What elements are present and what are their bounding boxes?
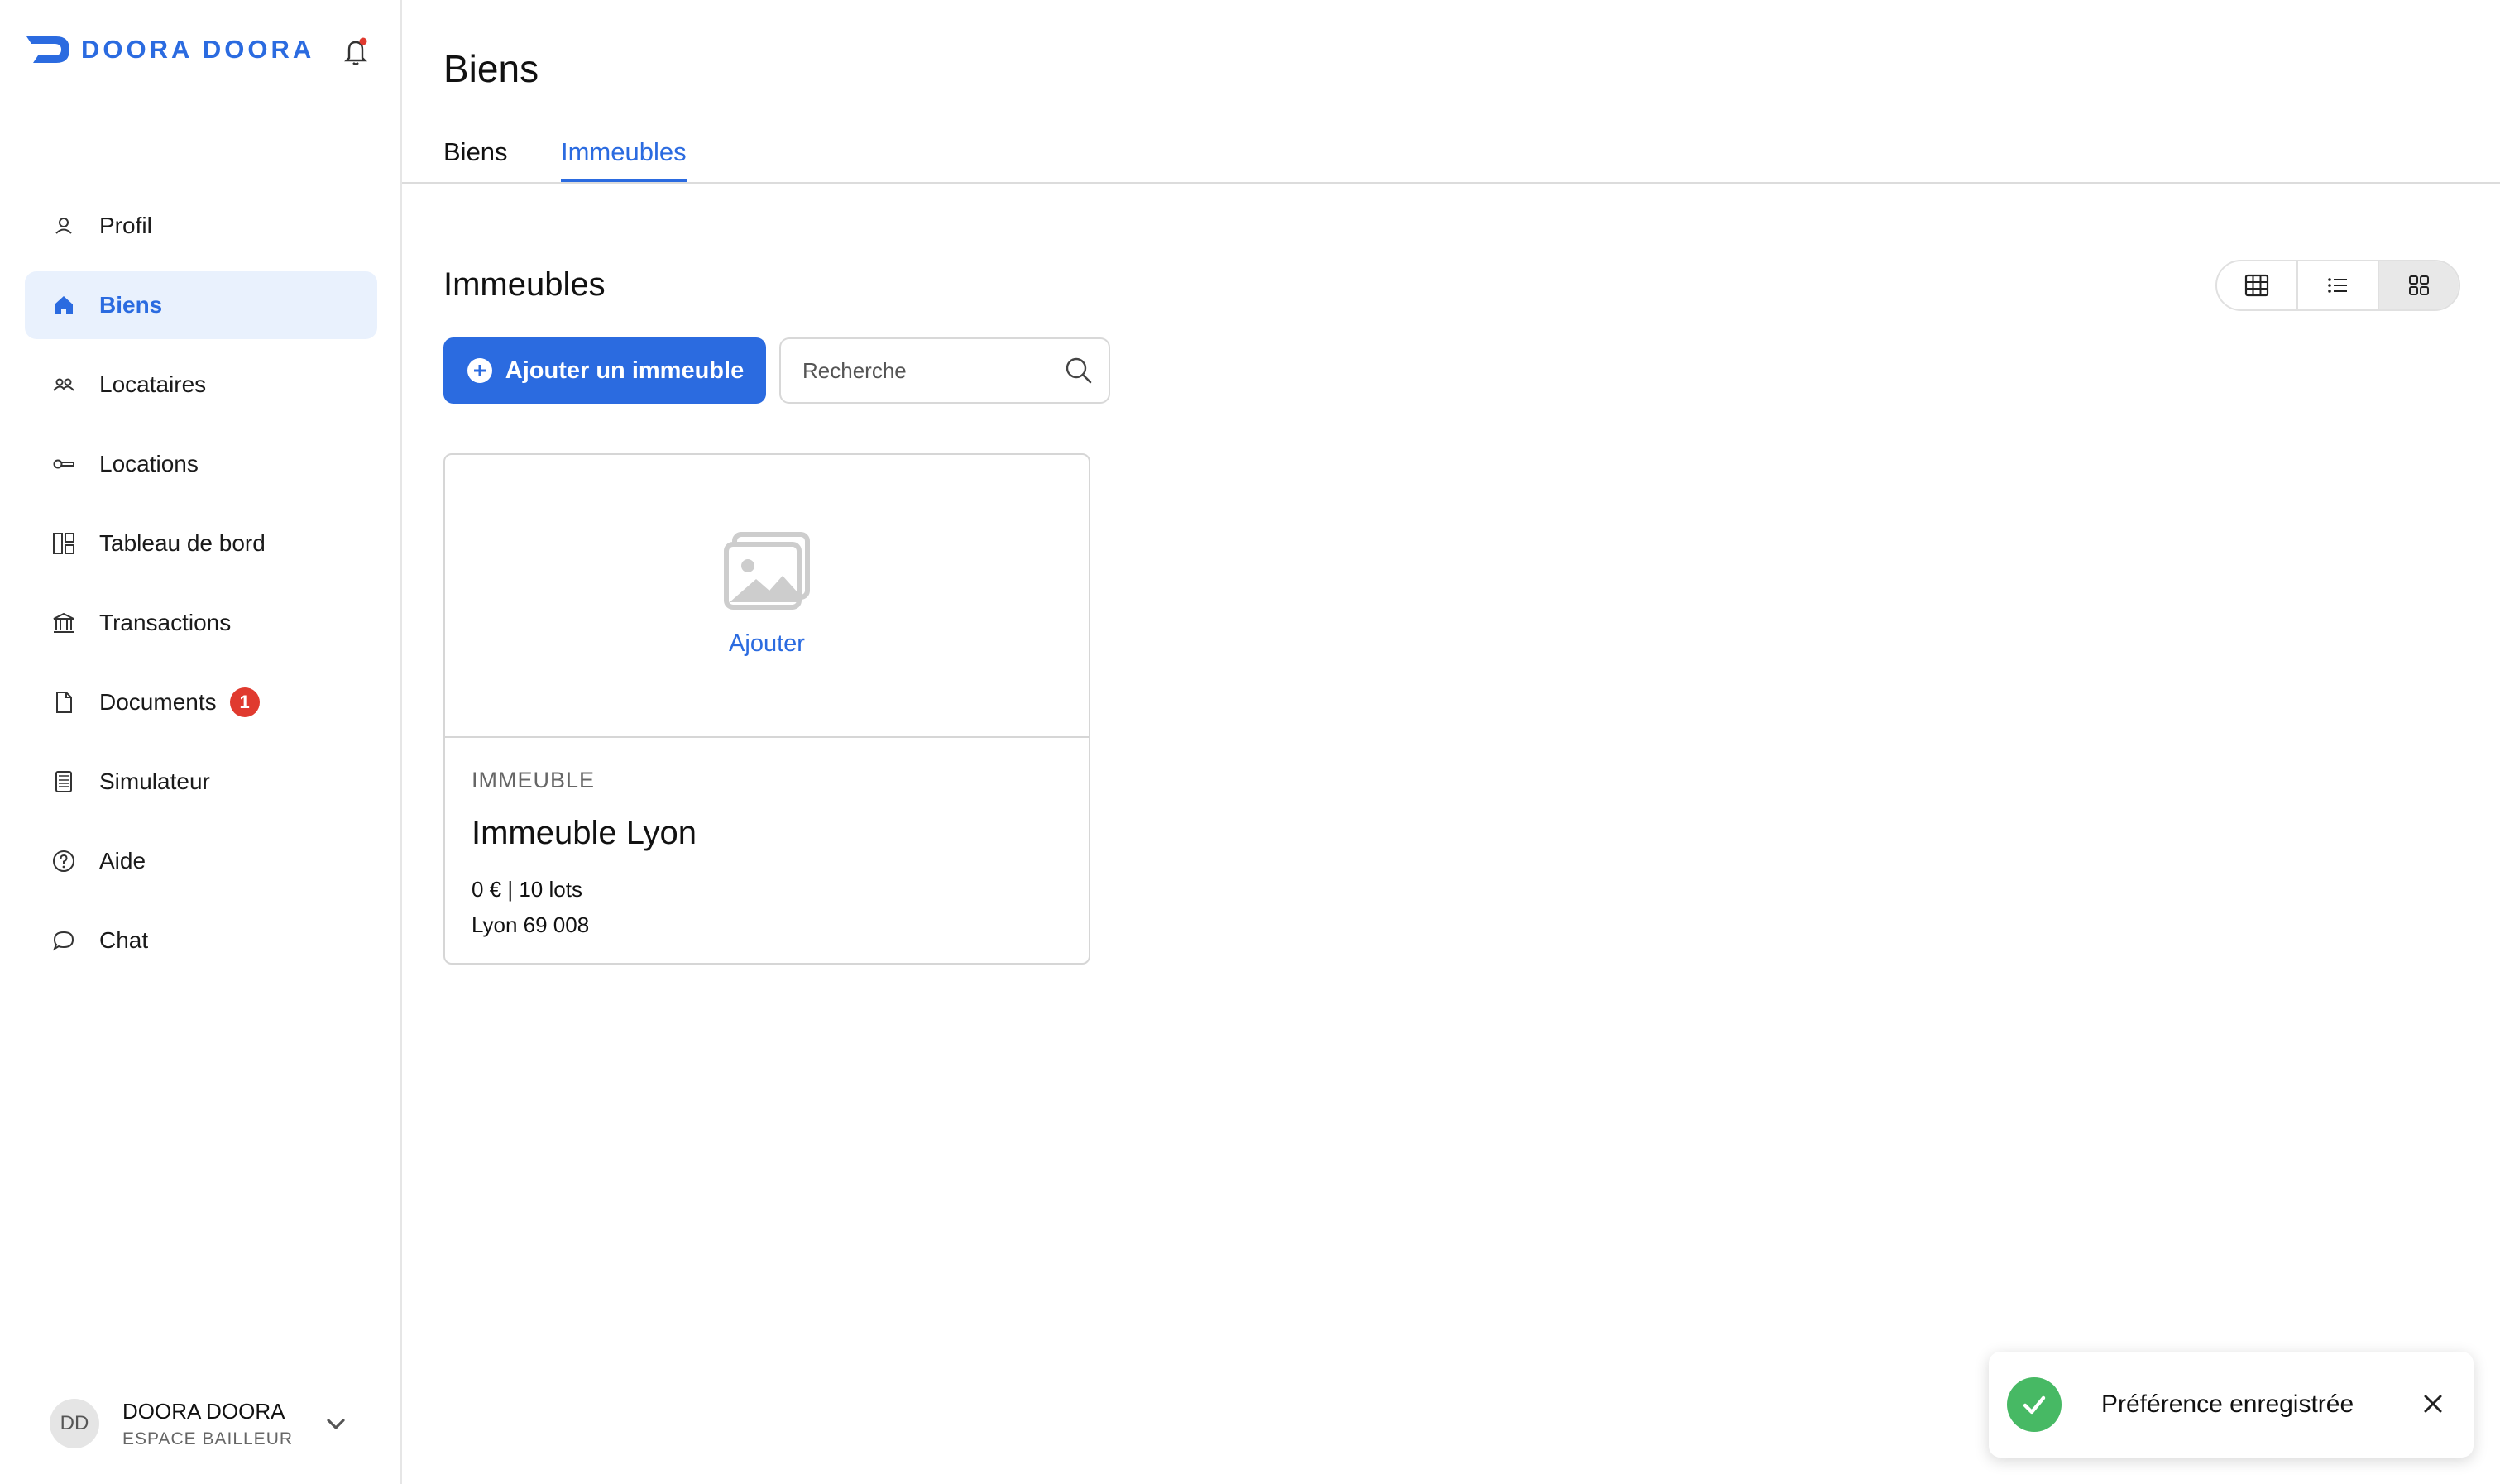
- key-icon: [50, 450, 78, 478]
- sidebar-item-label: Profil: [99, 213, 152, 238]
- user-info: DOORA DOORA ESPACE BAILLEUR: [122, 1399, 293, 1449]
- bank-icon: [50, 609, 78, 637]
- notification-bell-icon[interactable]: [341, 35, 371, 68]
- sidebar-item-aide[interactable]: Aide: [25, 827, 377, 895]
- tab-bar: Biens Immeubles: [402, 132, 2500, 184]
- image-placeholder-icon: [724, 532, 810, 610]
- toast-message: Préférence enregistrée: [2101, 1391, 2354, 1418]
- sidebar-item-label: Locataires: [99, 371, 207, 397]
- avatar: DD: [50, 1399, 99, 1448]
- card-type: IMMEUBLE: [472, 768, 596, 792]
- sidebar-item-label: Chat: [99, 927, 149, 953]
- user-name: DOORA DOORA: [122, 1398, 285, 1424]
- sidebar-item-transactions[interactable]: Transactions: [25, 589, 377, 657]
- section-title: Immeubles: [443, 266, 606, 303]
- notification-badge: 1: [229, 687, 260, 717]
- chevron-down-icon[interactable]: [323, 1411, 349, 1438]
- table-icon: [2244, 274, 2269, 297]
- dashboard-icon: [50, 529, 78, 558]
- sidebar-item-tableau-de-bord[interactable]: Tableau de bord: [25, 510, 377, 577]
- sidebar-item-label: Documents: [99, 689, 217, 715]
- users-icon: [50, 371, 78, 399]
- sidebar-item-label: Transactions: [99, 610, 232, 635]
- sidebar-nav: Profil Biens Locataires Locations Tablea…: [25, 192, 377, 986]
- sidebar-item-label: Locations: [99, 451, 199, 476]
- sidebar-item-label: Biens: [99, 292, 163, 318]
- home-icon: [50, 291, 78, 319]
- toast-notification: Préférence enregistrée: [1989, 1352, 2474, 1458]
- search-icon[interactable]: [1062, 354, 1095, 387]
- view-mode-toggle: [2215, 260, 2460, 311]
- list-icon: [2328, 278, 2347, 293]
- logo-mark-icon: [26, 36, 69, 63]
- tab-immeubles[interactable]: Immeubles: [561, 137, 687, 182]
- list-view-button[interactable]: [2298, 261, 2379, 309]
- user-menu[interactable]: DD DOORA DOORA ESPACE BAILLEUR: [50, 1395, 364, 1453]
- grid-view-button[interactable]: [2379, 261, 2459, 309]
- table-view-button[interactable]: [2217, 261, 2298, 309]
- search-box: [779, 337, 1110, 404]
- sidebar: DOORA DOORA Profil Biens Locataires Loca…: [0, 0, 402, 1484]
- sidebar-item-simulateur[interactable]: Simulateur: [25, 748, 377, 816]
- plus-circle-icon: [467, 358, 492, 383]
- help-icon: [50, 847, 78, 875]
- sidebar-item-label: Aide: [99, 848, 146, 874]
- card-body: IMMEUBLE Immeuble Lyon 0 € | 10 lots Lyo…: [445, 738, 1089, 938]
- close-icon[interactable]: [2419, 1390, 2447, 1418]
- user-role: ESPACE BAILLEUR: [122, 1429, 294, 1448]
- chat-icon: [50, 926, 78, 955]
- card-location: Lyon 69 008: [472, 912, 590, 937]
- sidebar-item-label: Simulateur: [99, 768, 210, 794]
- card-title: Immeuble Lyon: [472, 815, 697, 851]
- document-icon: [50, 688, 78, 716]
- brand-name: DOORA DOORA: [81, 35, 315, 64]
- sidebar-item-chat[interactable]: Chat: [25, 907, 377, 974]
- card-summary: 0 € | 10 lots: [472, 877, 582, 902]
- add-building-button[interactable]: Ajouter un immeuble: [443, 337, 766, 404]
- sidebar-item-biens[interactable]: Biens: [25, 271, 377, 339]
- search-input[interactable]: [801, 357, 1052, 385]
- sidebar-item-documents[interactable]: Documents 1: [25, 668, 377, 736]
- tab-biens[interactable]: Biens: [443, 137, 508, 179]
- page-title: Biens: [443, 47, 539, 90]
- add-building-label: Ajouter un immeuble: [505, 357, 745, 384]
- success-check-icon: [2007, 1377, 2062, 1432]
- sidebar-item-locataires[interactable]: Locataires: [25, 351, 377, 419]
- sidebar-item-profil[interactable]: Profil: [25, 192, 377, 260]
- calculator-icon: [50, 768, 78, 796]
- card-image-placeholder[interactable]: Ajouter: [445, 455, 1089, 738]
- brand-logo[interactable]: DOORA DOORA: [25, 33, 314, 66]
- user-icon: [50, 212, 78, 240]
- building-card[interactable]: Ajouter IMMEUBLE Immeuble Lyon 0 € | 10 …: [443, 453, 1090, 965]
- grid-icon: [2409, 275, 2429, 295]
- add-image-link[interactable]: Ajouter: [445, 630, 1089, 658]
- sidebar-item-locations[interactable]: Locations: [25, 430, 377, 498]
- sidebar-item-label: Tableau de bord: [99, 530, 266, 556]
